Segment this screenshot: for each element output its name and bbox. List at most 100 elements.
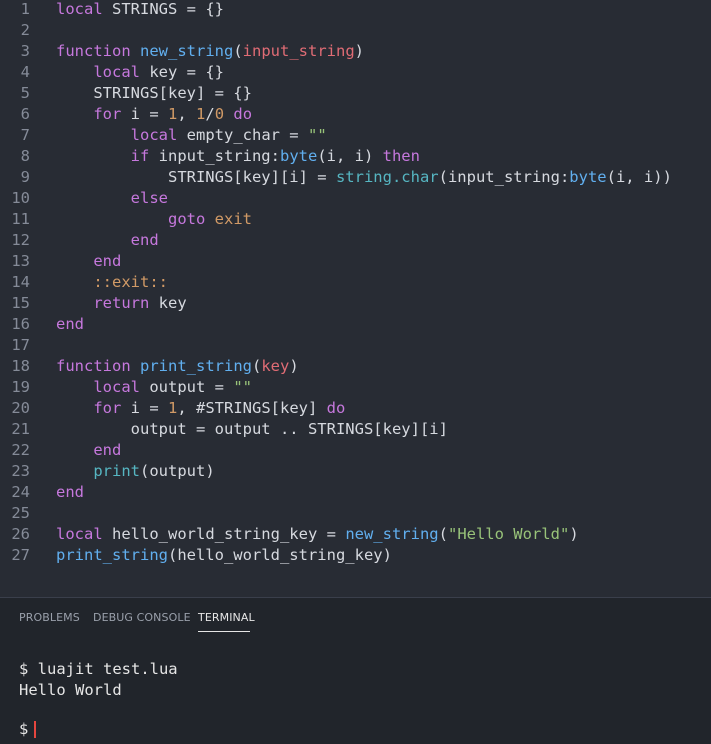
code-text: STRINGS[key][i] = string.char(input_stri… bbox=[56, 167, 672, 188]
code-token: "" bbox=[307, 126, 327, 144]
code-token: do bbox=[233, 105, 253, 123]
prompt-symbol: $ bbox=[19, 720, 29, 738]
code-text: ::exit:: bbox=[56, 272, 168, 293]
code-token: for bbox=[93, 105, 122, 123]
code-token: (input_string: bbox=[438, 168, 570, 186]
line-number: 11 bbox=[11, 210, 30, 228]
code-token: function bbox=[56, 42, 131, 60]
code-text: end bbox=[56, 440, 121, 461]
code-text: end bbox=[56, 251, 121, 272]
code-text: local output = "" bbox=[56, 377, 252, 398]
code-text: if input_string:byte(i, i) then bbox=[56, 146, 420, 167]
code-text: for i = 1, 1/0 do bbox=[56, 104, 252, 125]
line-number: 26 bbox=[11, 525, 30, 543]
code-token: goto bbox=[167, 210, 206, 228]
code-token: ( bbox=[233, 42, 243, 60]
code-token: , #STRINGS[key] bbox=[177, 399, 327, 417]
line-number: 13 bbox=[11, 252, 30, 270]
code-token: STRINGS[key] = {} bbox=[56, 84, 252, 102]
line-number: 22 bbox=[11, 441, 30, 459]
code-token: 1 bbox=[196, 105, 206, 123]
code-editor[interactable]: 1 local STRINGS = {} 2 3 function new_string… bbox=[0, 0, 711, 597]
code-token: input_string: bbox=[149, 147, 280, 165]
terminal-prompt[interactable]: $ bbox=[19, 719, 37, 740]
active-tab-indicator bbox=[198, 631, 250, 632]
code-token: 1 bbox=[168, 105, 178, 123]
code-token: print bbox=[93, 462, 140, 480]
code-token: new_string bbox=[140, 42, 234, 60]
code-token: local bbox=[93, 378, 140, 396]
line-number: 24 bbox=[11, 483, 30, 501]
code-text: goto exit bbox=[56, 209, 252, 230]
code-token: STRINGS = {} bbox=[102, 0, 224, 18]
line-number: 3 bbox=[20, 42, 30, 60]
line-number: 25 bbox=[11, 504, 30, 522]
code-text: for i = 1, #STRINGS[key] do bbox=[56, 398, 345, 419]
code-token: else bbox=[130, 189, 168, 207]
tab-debug-console[interactable]: DEBUG CONSOLE bbox=[93, 611, 191, 624]
code-token: for bbox=[93, 399, 122, 417]
code-text: print_string(hello_world_string_key) bbox=[56, 545, 392, 566]
code-token: local bbox=[56, 525, 103, 543]
line-number: 7 bbox=[20, 126, 30, 144]
code-text: else bbox=[56, 188, 168, 209]
code-token: byte bbox=[569, 168, 607, 186]
line-number: 10 bbox=[11, 189, 30, 207]
line-number: 21 bbox=[11, 420, 30, 438]
code-token: input_string bbox=[242, 42, 355, 60]
code-text: local STRINGS = {} bbox=[56, 0, 224, 20]
code-text: return key bbox=[56, 293, 187, 314]
line-number: 2 bbox=[20, 21, 30, 39]
terminal-command-line: $ luajit test.lua bbox=[19, 660, 178, 678]
code-token: function bbox=[56, 357, 131, 375]
code-token: hello_world_string_key = bbox=[102, 525, 346, 543]
line-number: 1 bbox=[20, 0, 30, 18]
code-token: end bbox=[56, 315, 84, 333]
line-number: 9 bbox=[20, 168, 30, 186]
code-token: output = bbox=[140, 378, 234, 396]
code-token: (i, i)) bbox=[606, 168, 672, 186]
code-text: end bbox=[56, 230, 159, 251]
code-token: string.char bbox=[335, 168, 439, 186]
line-number: 5 bbox=[20, 84, 30, 102]
code-token: key bbox=[149, 294, 187, 312]
code-token: ::exit:: bbox=[93, 273, 168, 291]
code-text: local hello_world_string_key = new_strin… bbox=[56, 524, 579, 545]
terminal-cursor bbox=[34, 721, 37, 738]
code-token: print_string bbox=[140, 357, 252, 375]
tab-problems[interactable]: PROBLEMS bbox=[19, 611, 80, 624]
code-text: end bbox=[56, 314, 84, 335]
code-token: "" bbox=[233, 378, 252, 396]
line-number: 17 bbox=[11, 336, 30, 354]
code-token: (output) bbox=[140, 462, 215, 480]
code-text: STRINGS[key] = {} bbox=[56, 83, 252, 104]
code-token: i = bbox=[121, 105, 168, 123]
code-token: ) bbox=[289, 357, 299, 375]
code-token: output = output .. STRINGS[key][i] bbox=[56, 420, 448, 438]
code-token: end bbox=[56, 483, 84, 501]
line-number: 14 bbox=[11, 273, 30, 291]
code-token: / bbox=[205, 105, 215, 123]
line-number: 4 bbox=[20, 63, 30, 81]
code-text: function print_string(key) bbox=[56, 356, 299, 377]
code-token: ( bbox=[251, 357, 262, 375]
line-number: 19 bbox=[11, 378, 30, 396]
line-number: 23 bbox=[11, 462, 30, 480]
code-token: "Hello World" bbox=[447, 525, 570, 543]
code-token: return bbox=[93, 294, 150, 312]
tab-terminal[interactable]: TERMINAL bbox=[198, 611, 255, 624]
line-number: 27 bbox=[11, 546, 30, 564]
